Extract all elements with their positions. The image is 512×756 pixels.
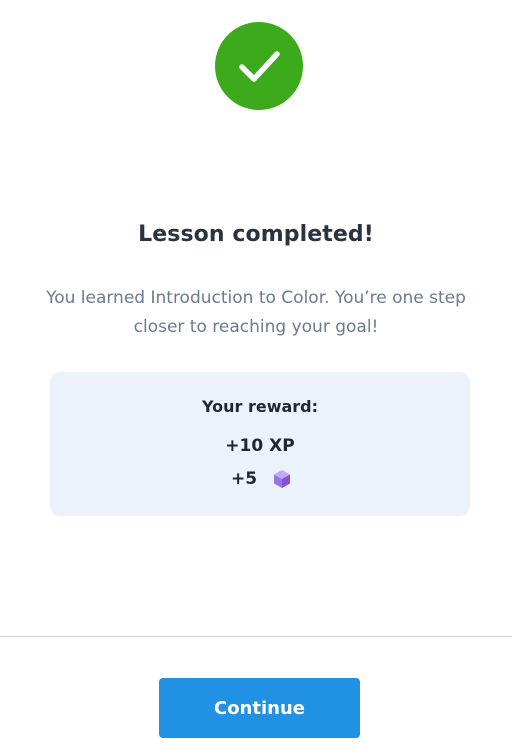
continue-button[interactable]: Continue bbox=[159, 678, 360, 738]
checkmark-glyph bbox=[239, 51, 280, 82]
reward-gems-value: +5 bbox=[230, 469, 258, 489]
reward-gems: +5 bbox=[50, 468, 470, 490]
completion-title: Lesson completed! bbox=[138, 222, 374, 247]
reward-card: Your reward: +10 XP +5 bbox=[50, 372, 470, 516]
gem-cube-icon bbox=[271, 468, 293, 490]
checkmark-icon bbox=[215, 22, 303, 110]
completion-message: You learned Introduction to Color. You’r… bbox=[46, 288, 466, 337]
reward-xp: +10 XP bbox=[225, 436, 295, 456]
footer-divider bbox=[0, 636, 512, 637]
reward-title: Your reward: bbox=[201, 397, 319, 416]
lesson-complete-screen: Lesson completed! You learned Introducti… bbox=[0, 0, 512, 756]
